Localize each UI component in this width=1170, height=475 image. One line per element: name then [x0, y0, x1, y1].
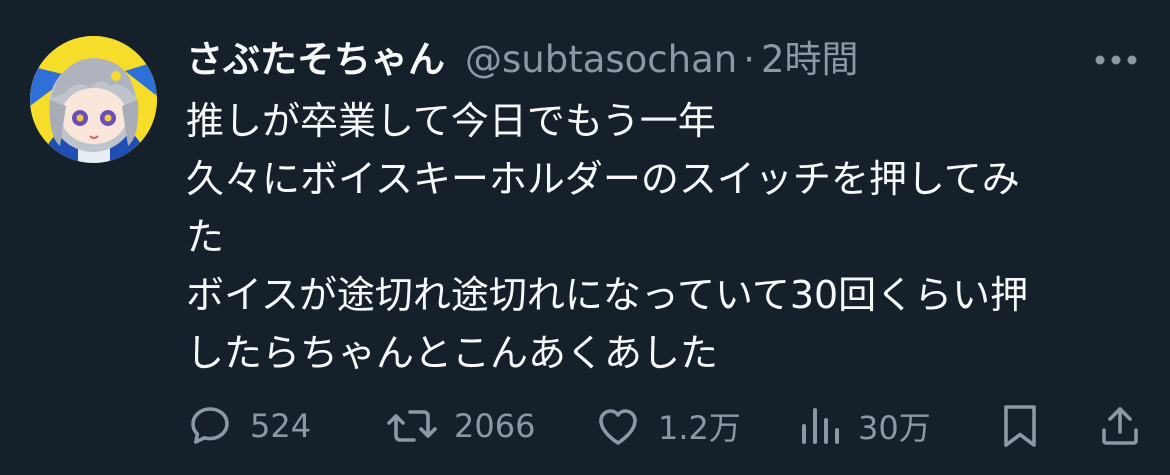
bookmark-icon [1004, 405, 1036, 447]
views-bar-chart-icon [802, 408, 839, 444]
tweet-text-line: したらちゃんとこんあくあした [186, 331, 719, 375]
display-name[interactable]: さぶたそちゃん [186, 36, 445, 84]
tweet-header: さぶたそちゃん @subtasochan · 2時間 [186, 36, 859, 84]
views-button[interactable]: 30万 [798, 400, 931, 452]
heart-icon [599, 409, 637, 445]
reply-button[interactable]: 524 [186, 400, 311, 452]
avatar[interactable] [30, 36, 157, 163]
retweet-button[interactable]: 2066 [386, 400, 535, 452]
tweet-text: 推しが卒業して今日でもう一年 久々にボイスキーホルダーのスイッチを押してみ た … [186, 92, 1146, 382]
retweet-icon [387, 410, 437, 442]
share-button[interactable] [1096, 400, 1144, 452]
action-bar: 524 2066 1.2万 30万 [186, 400, 1146, 452]
separator-dot: · [743, 38, 755, 81]
more-horizontal-icon [1095, 55, 1137, 65]
timestamp[interactable]: 2時間 [761, 36, 859, 84]
tweet-text-line: 推しが卒業して今日でもう一年 [186, 99, 716, 143]
retweet-count: 2066 [454, 407, 536, 445]
avatar-illustration [30, 36, 157, 163]
tweet-text-line: 久々にボイスキーホルダーのスイッチを押してみ [186, 157, 1020, 201]
more-options-button[interactable] [1090, 40, 1142, 80]
like-button[interactable]: 1.2万 [594, 400, 741, 452]
bookmark-button[interactable] [998, 400, 1042, 452]
views-count: 30万 [858, 409, 931, 447]
user-handle[interactable]: @subtasochan [465, 36, 737, 84]
reply-bubble-icon [191, 407, 229, 444]
share-upload-icon [1102, 407, 1138, 445]
tweet-text-line: た [186, 215, 225, 259]
like-count: 1.2万 [658, 409, 741, 447]
tweet-text-line: ボイスが途切れ途切れになっていて30回くらい押 [186, 273, 1029, 317]
reply-count: 524 [250, 407, 312, 445]
